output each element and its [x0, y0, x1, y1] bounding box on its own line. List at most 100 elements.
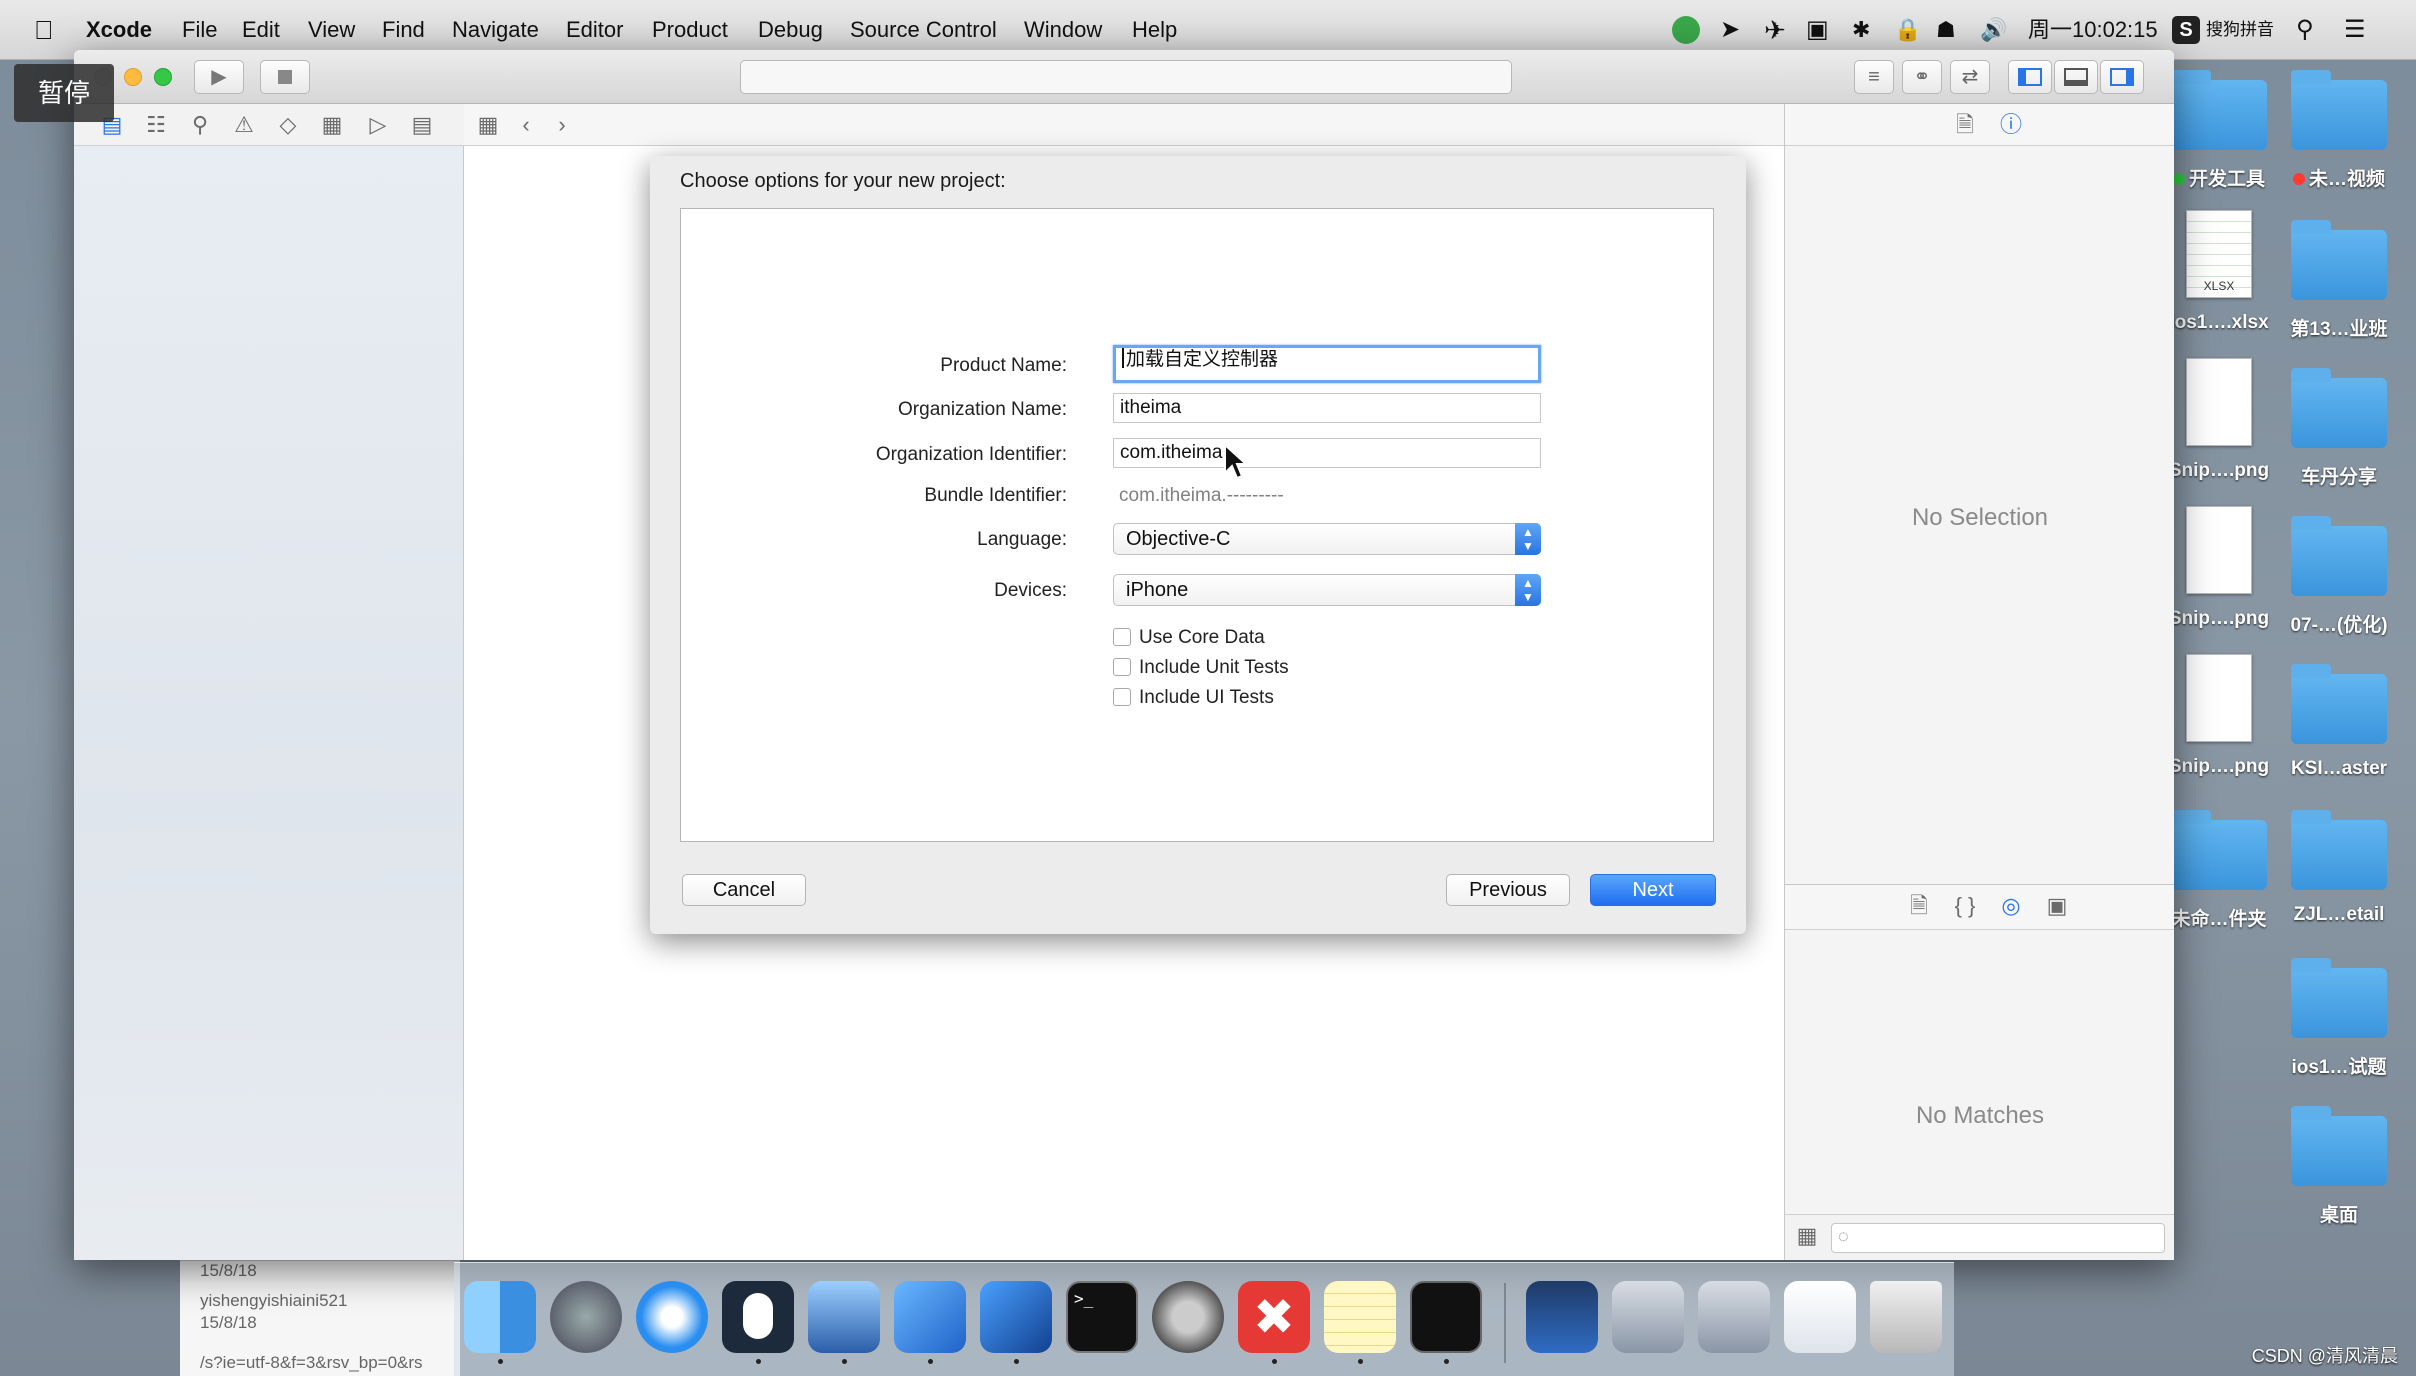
standard-editor-button[interactable]: ≡ [1854, 60, 1894, 94]
trash-icon[interactable] [1870, 1281, 1942, 1353]
cancel-button[interactable]: Cancel [682, 874, 806, 906]
include-ui-tests-checkbox[interactable]: Include UI Tests [1113, 687, 1274, 711]
running-indicator [756, 1359, 761, 1364]
imovie-icon[interactable] [808, 1281, 880, 1353]
devices-popup[interactable]: iPhone ▲ ▼ [1113, 574, 1541, 606]
assistant-editor-button[interactable]: ⚭ [1902, 60, 1942, 94]
debug-navigator-icon[interactable]: ▦ [318, 112, 346, 138]
folder-icon [2291, 516, 2387, 596]
history-url: /s?ie=utf-8&f=3&rsv_bp=0&rs [200, 1353, 423, 1372]
minimized-window-icon[interactable] [1612, 1281, 1684, 1353]
minimized-window-icon[interactable] [1526, 1281, 1598, 1353]
version-editor-button[interactable]: ⇄ [1950, 60, 1990, 94]
finder-icon[interactable] [464, 1281, 536, 1353]
safari-icon[interactable] [636, 1281, 708, 1353]
organization-name-label: Organization Name: [898, 399, 1067, 420]
quick-help-icon[interactable]: ⓘ [1997, 112, 2025, 138]
object-library-icon[interactable]: ◎ [1997, 893, 2025, 919]
run-button[interactable]: ▶ [194, 60, 244, 94]
navigator-selector-bar: ▤ ☷ ⚲ ⚠ ◇ ▦ ▷ ▤ [74, 104, 464, 146]
desktop-folder[interactable]: ios1…试题 [2274, 958, 2404, 1079]
organization-identifier-field[interactable]: com.itheima [1113, 438, 1541, 468]
minimize-window-button[interactable] [124, 68, 142, 86]
find-navigator-icon[interactable]: ⚲ [186, 112, 214, 138]
running-indicator [842, 1359, 847, 1364]
mouse-pointer-icon [1224, 443, 1249, 480]
minimized-window-icon[interactable] [1784, 1281, 1856, 1353]
report-navigator-icon[interactable]: ▤ [408, 112, 436, 138]
terminal-icon[interactable]: >_ [1066, 1281, 1138, 1353]
checkbox-icon [1113, 688, 1131, 706]
input-method-label[interactable]: 搜狗拼音 [2206, 0, 2274, 60]
spotlight-icon[interactable]: ⚲ [2296, 0, 2314, 60]
next-button[interactable]: Next [1590, 874, 1716, 906]
folder-icon [2291, 958, 2387, 1038]
breakpoint-navigator-icon[interactable]: ▷ [364, 112, 392, 138]
toggle-navigator-button[interactable] [2008, 60, 2052, 94]
zoom-window-button[interactable] [154, 68, 172, 86]
minimized-window-icon[interactable] [1698, 1281, 1770, 1353]
library-filter-field[interactable]: ◌ [1831, 1223, 2165, 1253]
desktop-folder[interactable]: 车丹分享 [2274, 368, 2404, 489]
desktop-folder[interactable]: 桌面 [2274, 1106, 2404, 1227]
desktop-folder[interactable]: 07-…(优化) [2274, 516, 2404, 637]
xlsx-file-icon: XLSX [2186, 210, 2252, 298]
forward-arrow-icon[interactable]: › [548, 112, 576, 138]
stop-icon [278, 70, 292, 84]
text-cursor [1122, 348, 1124, 368]
desktop-icon-label: 第13…业班 [2290, 319, 2388, 340]
stop-button[interactable] [260, 60, 310, 94]
grid-view-icon[interactable]: ▦ [1793, 1223, 1821, 1249]
pause-badge[interactable]: 暂停 [14, 64, 114, 122]
test-navigator-icon[interactable]: ◇ [274, 112, 302, 138]
notification-center-icon[interactable]: ☰ [2344, 0, 2366, 60]
system-preferences-icon[interactable] [1152, 1281, 1224, 1353]
notes-icon[interactable] [1324, 1281, 1396, 1353]
folder-icon [2171, 810, 2267, 890]
devices-value: iPhone [1126, 579, 1189, 601]
exec-terminal-icon[interactable] [1410, 1281, 1482, 1353]
file-inspector-icon[interactable]: 🗎 [1951, 112, 1979, 138]
product-name-field[interactable]: 加载自定义控制器 [1113, 345, 1541, 383]
toggle-debug-area-button[interactable] [2054, 60, 2098, 94]
desktop-icon-label: KSI…aster [2290, 758, 2388, 779]
organization-name-field[interactable]: itheima [1113, 393, 1541, 423]
mouse-app-icon[interactable] [722, 1281, 794, 1353]
desktop-folder[interactable]: 未…视频 [2274, 70, 2404, 191]
sogou-icon[interactable]: S [2172, 16, 2200, 44]
bundle-identifier-value: com.itheima.--------- [1119, 485, 1284, 506]
include-unit-tests-checkbox[interactable]: Include Unit Tests [1113, 657, 1289, 681]
desktop-folder[interactable]: ZJL…etail [2274, 810, 2404, 926]
inspector-selector-bar: 🗎 ⓘ [1785, 104, 2174, 146]
desktop-folder[interactable]: KSI…aster [2274, 664, 2404, 780]
xcode-icon[interactable] [894, 1281, 966, 1353]
previous-button[interactable]: Previous [1446, 874, 1570, 906]
desktop-icon-label: 未…视频 [2308, 169, 2385, 190]
desktop-icon-label: ZJL…etail [2293, 904, 2385, 925]
png-file-icon [2186, 506, 2252, 594]
related-items-icon[interactable]: ▦ [474, 112, 502, 138]
status-dot-icon [2292, 173, 2305, 185]
sheet-title: Choose options for your new project: [680, 170, 1006, 192]
library-filter-bar: ▦ ◌ [1785, 1214, 2174, 1260]
lines-icon: ≡ [1868, 66, 1880, 88]
use-core-data-checkbox[interactable]: Use Core Data [1113, 627, 1265, 651]
launchpad-icon[interactable] [550, 1281, 622, 1353]
symbol-navigator-icon[interactable]: ☷ [142, 112, 170, 138]
updown-chevron-icon: ▲ ▼ [1515, 523, 1541, 555]
file-template-library-icon[interactable]: 🗎 [1905, 893, 1933, 919]
apple-menu-icon[interactable]:  [34, 0, 54, 60]
language-value: Objective-C [1126, 528, 1231, 550]
media-library-icon[interactable]: ▣ [2043, 893, 2071, 919]
xmind-icon[interactable]: ✖ [1238, 1281, 1310, 1353]
status-green-icon[interactable] [1672, 16, 1700, 44]
language-popup[interactable]: Objective-C ▲ ▼ [1113, 523, 1541, 555]
xcode-beta-icon[interactable] [980, 1281, 1052, 1353]
back-arrow-icon[interactable]: ‹ [512, 112, 540, 138]
running-indicator [928, 1359, 933, 1364]
toggle-utilities-button[interactable] [2100, 60, 2144, 94]
desktop-folder[interactable]: 第13…业班 [2274, 220, 2404, 341]
issue-navigator-icon[interactable]: ⚠ [230, 112, 258, 138]
running-indicator [1444, 1359, 1449, 1364]
code-snippet-library-icon[interactable]: { } [1951, 893, 1979, 919]
